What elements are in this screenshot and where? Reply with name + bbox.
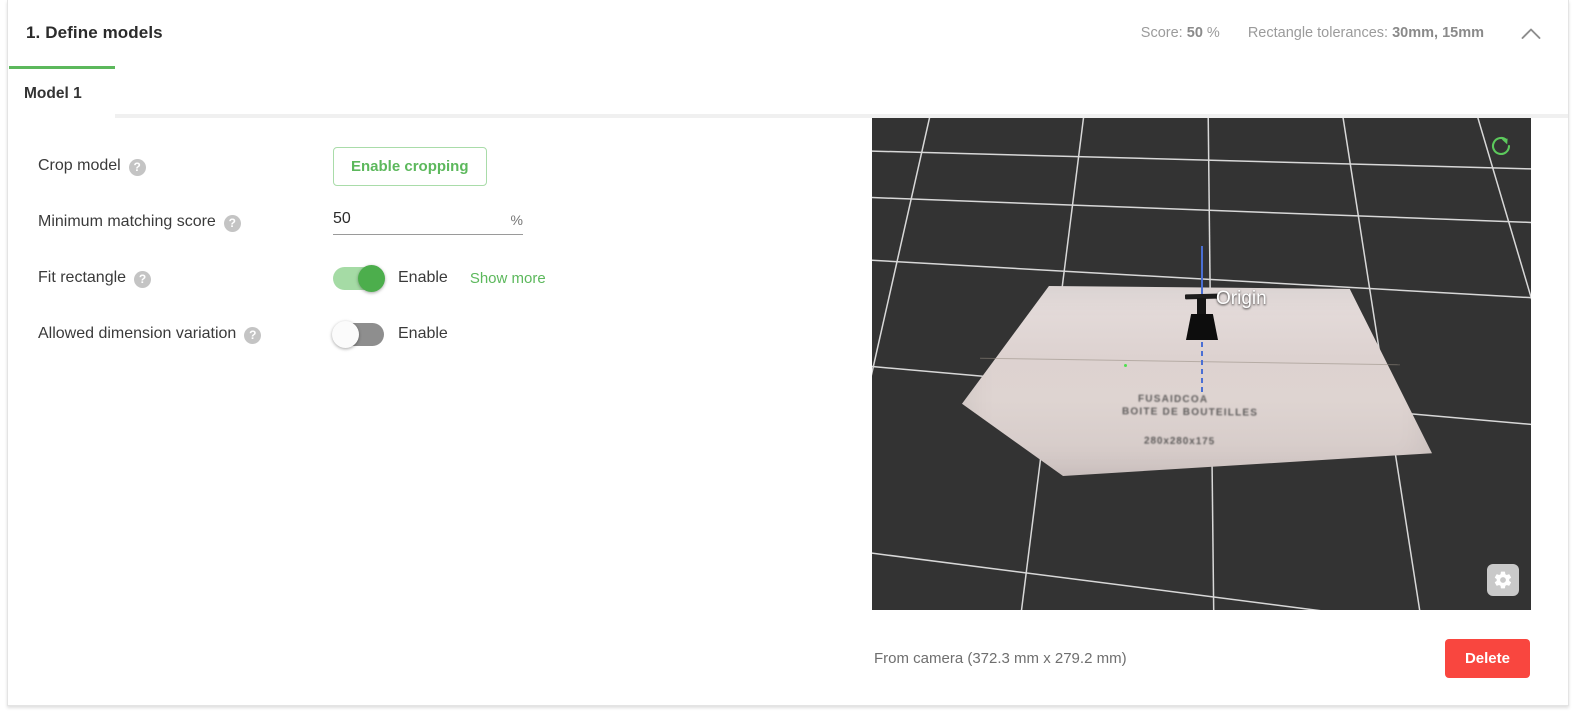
toggle-knob — [332, 320, 359, 348]
minimum-matching-score-label: Minimum matching score — [38, 213, 216, 230]
show-more-link[interactable]: Show more — [470, 270, 546, 287]
minimum-matching-score-control: % — [333, 209, 523, 235]
viewer-caption: From camera (372.3 mm x 279.2 mm) — [874, 649, 1127, 667]
crop-model-control: Enable cropping — [333, 146, 487, 186]
form-row-crop-model: Crop model ? Enable cropping — [38, 138, 858, 194]
3d-viewport[interactable]: FUSAIDCOA BOITE DE BOUTEILLES 280x280x17… — [872, 118, 1531, 610]
fit-rectangle-toggle[interactable] — [333, 264, 385, 292]
form-row-minimum-matching-score: Minimum matching score ? % — [38, 194, 858, 250]
origin-base-shape — [1186, 314, 1218, 340]
scan-text-line-2: BOITE DE BOUTEILLES — [1121, 406, 1259, 419]
page-title: 1. Define models — [26, 23, 163, 42]
help-icon[interactable]: ? — [128, 158, 146, 176]
scan-text-line-1: FUSAIDCOA — [1137, 393, 1209, 406]
scan-text-line-3: 280x280x175 — [1143, 435, 1216, 448]
score-label: Score: — [1140, 25, 1183, 41]
card-header: 1. Define models Score: 50 % Rectangle t… — [8, 0, 1568, 66]
score-value: 50 — [1186, 25, 1203, 41]
delete-button[interactable]: Delete — [1444, 638, 1530, 678]
origin-stem-shape — [1197, 298, 1206, 316]
z-axis-down-line — [1201, 342, 1203, 392]
z-axis-up-line — [1201, 246, 1203, 296]
tolerance-value: 30mm, 15mm — [1392, 25, 1484, 41]
tolerance-label: Rectangle tolerances: — [1247, 25, 1389, 41]
minimum-matching-score-label-group: Minimum matching score ? — [38, 213, 333, 232]
form-row-allowed-dimension-variation: Allowed dimension variation ? Enable — [38, 306, 858, 362]
refresh-icon[interactable] — [1489, 134, 1513, 158]
allowed-dimension-variation-control: Enable — [332, 320, 448, 348]
model-settings-form: Crop model ? Enable cropping Minimum mat… — [38, 138, 858, 362]
help-icon[interactable]: ? — [134, 270, 152, 288]
header-summary: Score: 50 % Rectangle tolerances: 30mm, … — [1141, 20, 1550, 46]
chevron-up-icon[interactable] — [1518, 20, 1544, 46]
help-icon[interactable]: ? — [244, 326, 262, 344]
crop-model-label-group: Crop model ? — [38, 157, 333, 176]
allowed-dimension-variation-toggle[interactable] — [332, 320, 384, 348]
tab-label: Model 1 — [24, 84, 82, 102]
minimum-matching-score-field: % — [333, 209, 523, 235]
score-unit: % — [1206, 25, 1220, 41]
fit-rectangle-toggle-label: Enable — [398, 269, 448, 286]
score-summary: Score: 50 % — [1141, 25, 1220, 41]
crop-model-label: Crop model — [38, 157, 121, 174]
define-models-card: 1. Define models Score: 50 % Rectangle t… — [7, 0, 1569, 706]
allowed-dimension-variation-label-group: Allowed dimension variation ? — [38, 325, 333, 344]
help-icon[interactable]: ? — [223, 214, 241, 232]
fit-rectangle-control: Enable Show more — [333, 264, 546, 292]
reference-point-marker — [1124, 364, 1127, 367]
origin-label: Origin — [1216, 288, 1267, 309]
minimum-matching-score-input[interactable] — [333, 209, 483, 228]
form-row-fit-rectangle: Fit rectangle ? Enable Show more — [38, 250, 858, 306]
model-preview-column: FUSAIDCOA BOITE DE BOUTEILLES 280x280x17… — [872, 118, 1532, 706]
fit-rectangle-label: Fit rectangle — [38, 269, 127, 286]
gear-icon[interactable] — [1487, 564, 1519, 596]
allowed-dimension-variation-label: Allowed dimension variation — [38, 325, 237, 342]
allowed-dimension-variation-toggle-label: Enable — [398, 325, 448, 342]
tolerance-summary: Rectangle tolerances: 30mm, 15mm — [1248, 25, 1484, 41]
model-tabs: Model 1 — [8, 66, 1568, 118]
percent-unit-label: % — [510, 211, 523, 228]
fit-rectangle-label-group: Fit rectangle ? — [38, 269, 333, 288]
viewer-footer: From camera (372.3 mm x 279.2 mm) Delete — [872, 610, 1532, 706]
tab-model-1[interactable]: Model 1 — [9, 66, 115, 118]
enable-cropping-button[interactable]: Enable cropping — [333, 146, 487, 186]
card-body: Crop model ? Enable cropping Minimum mat… — [8, 118, 1568, 706]
toggle-knob — [358, 264, 385, 292]
